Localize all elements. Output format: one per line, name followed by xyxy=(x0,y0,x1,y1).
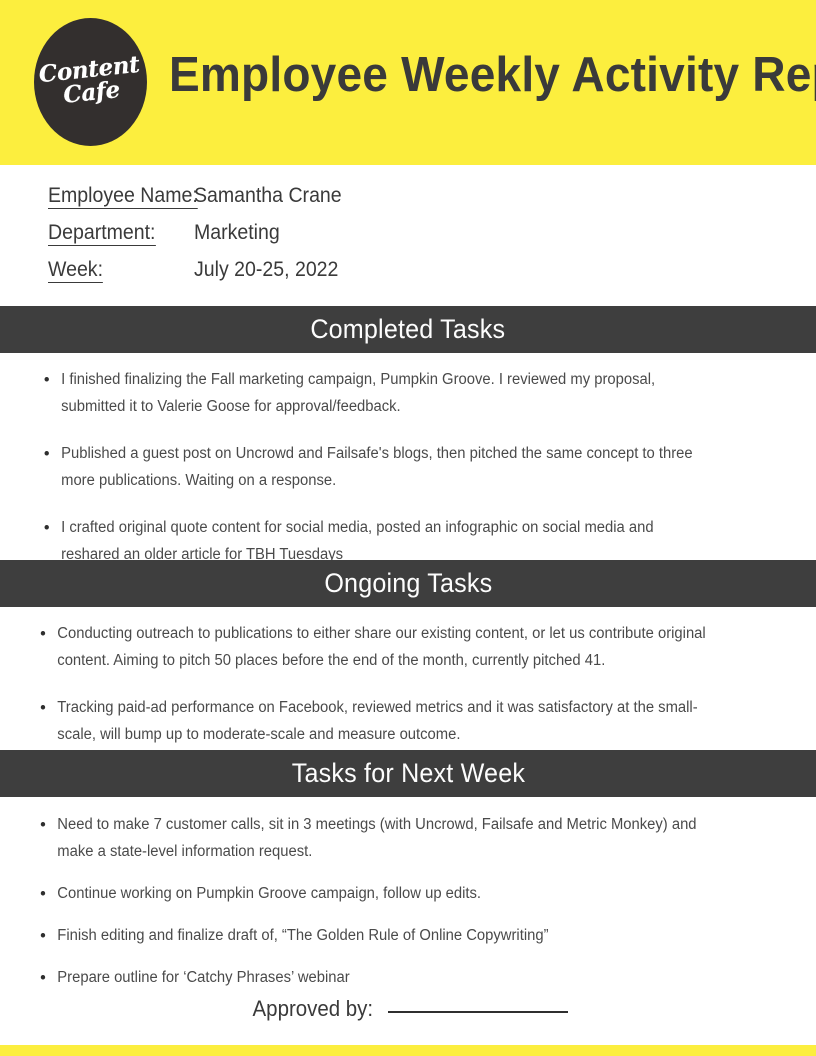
info-row-department: Department: Marketing xyxy=(48,221,286,251)
report-page: Content Cafe Employee Weekly Activity Re… xyxy=(0,0,816,1056)
info-row-employee-name: Employee Name: Samantha Crane xyxy=(48,184,353,214)
bullet-icon: • xyxy=(40,698,46,717)
list-item: • Published a guest post on Uncrowd and … xyxy=(0,440,779,494)
list-item: • Conducting outreach to publications to… xyxy=(0,620,779,674)
approval-row: Approved by: xyxy=(0,996,816,1022)
list-item: • Need to make 7 customer calls, sit in … xyxy=(0,811,779,865)
section-title-tasks-next-week: Tasks for Next Week xyxy=(291,758,525,788)
bullet-icon: • xyxy=(40,815,46,834)
section-title-ongoing-tasks: Ongoing Tasks xyxy=(323,568,493,598)
task-list-completed-tasks: • I finished finalizing the Fall marketi… xyxy=(0,366,816,588)
bullet-icon: • xyxy=(40,926,46,945)
info-value-department: Marketing xyxy=(194,221,280,244)
footer-accent-bar xyxy=(0,1045,816,1056)
approved-by-label: Approved by: xyxy=(252,996,374,1021)
list-item: • I finished finalizing the Fall marketi… xyxy=(0,366,779,420)
section-header-ongoing-tasks: Ongoing Tasks xyxy=(0,560,816,607)
list-item: • Finish editing and finalize draft of, … xyxy=(0,922,779,949)
section-header-completed-tasks: Completed Tasks xyxy=(0,306,816,353)
bullet-icon: • xyxy=(40,968,46,987)
page-title: Employee Weekly Activity Report xyxy=(169,48,816,102)
list-item-text: Tracking paid-ad performance on Facebook… xyxy=(57,699,698,743)
signature-field[interactable] xyxy=(387,1011,568,1013)
info-label-department: Department: xyxy=(48,221,156,246)
list-item-text: Conducting outreach to publications to e… xyxy=(57,625,706,669)
bullet-icon: • xyxy=(43,444,50,463)
list-item: • Prepare outline for ‘Catchy Phrases’ w… xyxy=(0,964,779,991)
list-item-text: Continue working on Pumpkin Groove campa… xyxy=(57,885,482,902)
list-item-text: I crafted original quote content for soc… xyxy=(61,519,654,563)
list-item-text: Prepare outline for ‘Catchy Phrases’ web… xyxy=(57,969,350,986)
logo-text: Content Cafe xyxy=(38,51,143,109)
report-header: Content Cafe Employee Weekly Activity Re… xyxy=(0,0,816,165)
bullet-icon: • xyxy=(43,370,50,389)
list-item: • Tracking paid-ad performance on Facebo… xyxy=(0,694,779,748)
info-row-week: Week: July 20-25, 2022 xyxy=(48,258,349,288)
section-title-completed-tasks: Completed Tasks xyxy=(310,314,506,344)
info-value-employee-name: Samantha Crane xyxy=(194,184,342,207)
bullet-icon: • xyxy=(40,884,46,903)
list-item: • Continue working on Pumpkin Groove cam… xyxy=(0,880,779,907)
employee-info-block: Employee Name: Samantha Crane Department… xyxy=(0,165,816,306)
info-label-week: Week: xyxy=(48,258,104,283)
task-list-ongoing-tasks: • Conducting outreach to publications to… xyxy=(0,620,816,768)
task-list-tasks-next-week: • Need to make 7 customer calls, sit in … xyxy=(0,811,816,1006)
list-item-text: Need to make 7 customer calls, sit in 3 … xyxy=(57,816,697,860)
list-item-text: I finished finalizing the Fall marketing… xyxy=(61,371,656,415)
info-value-week: July 20-25, 2022 xyxy=(194,258,339,281)
list-item-text: Finish editing and finalize draft of, “T… xyxy=(57,927,549,944)
section-header-tasks-next-week: Tasks for Next Week xyxy=(0,750,816,797)
bullet-icon: • xyxy=(40,624,46,643)
bullet-icon: • xyxy=(43,518,50,537)
info-label-employee-name: Employee Name: xyxy=(48,184,198,209)
list-item-text: Published a guest post on Uncrowd and Fa… xyxy=(61,445,693,489)
content-cafe-logo: Content Cafe xyxy=(34,18,147,146)
